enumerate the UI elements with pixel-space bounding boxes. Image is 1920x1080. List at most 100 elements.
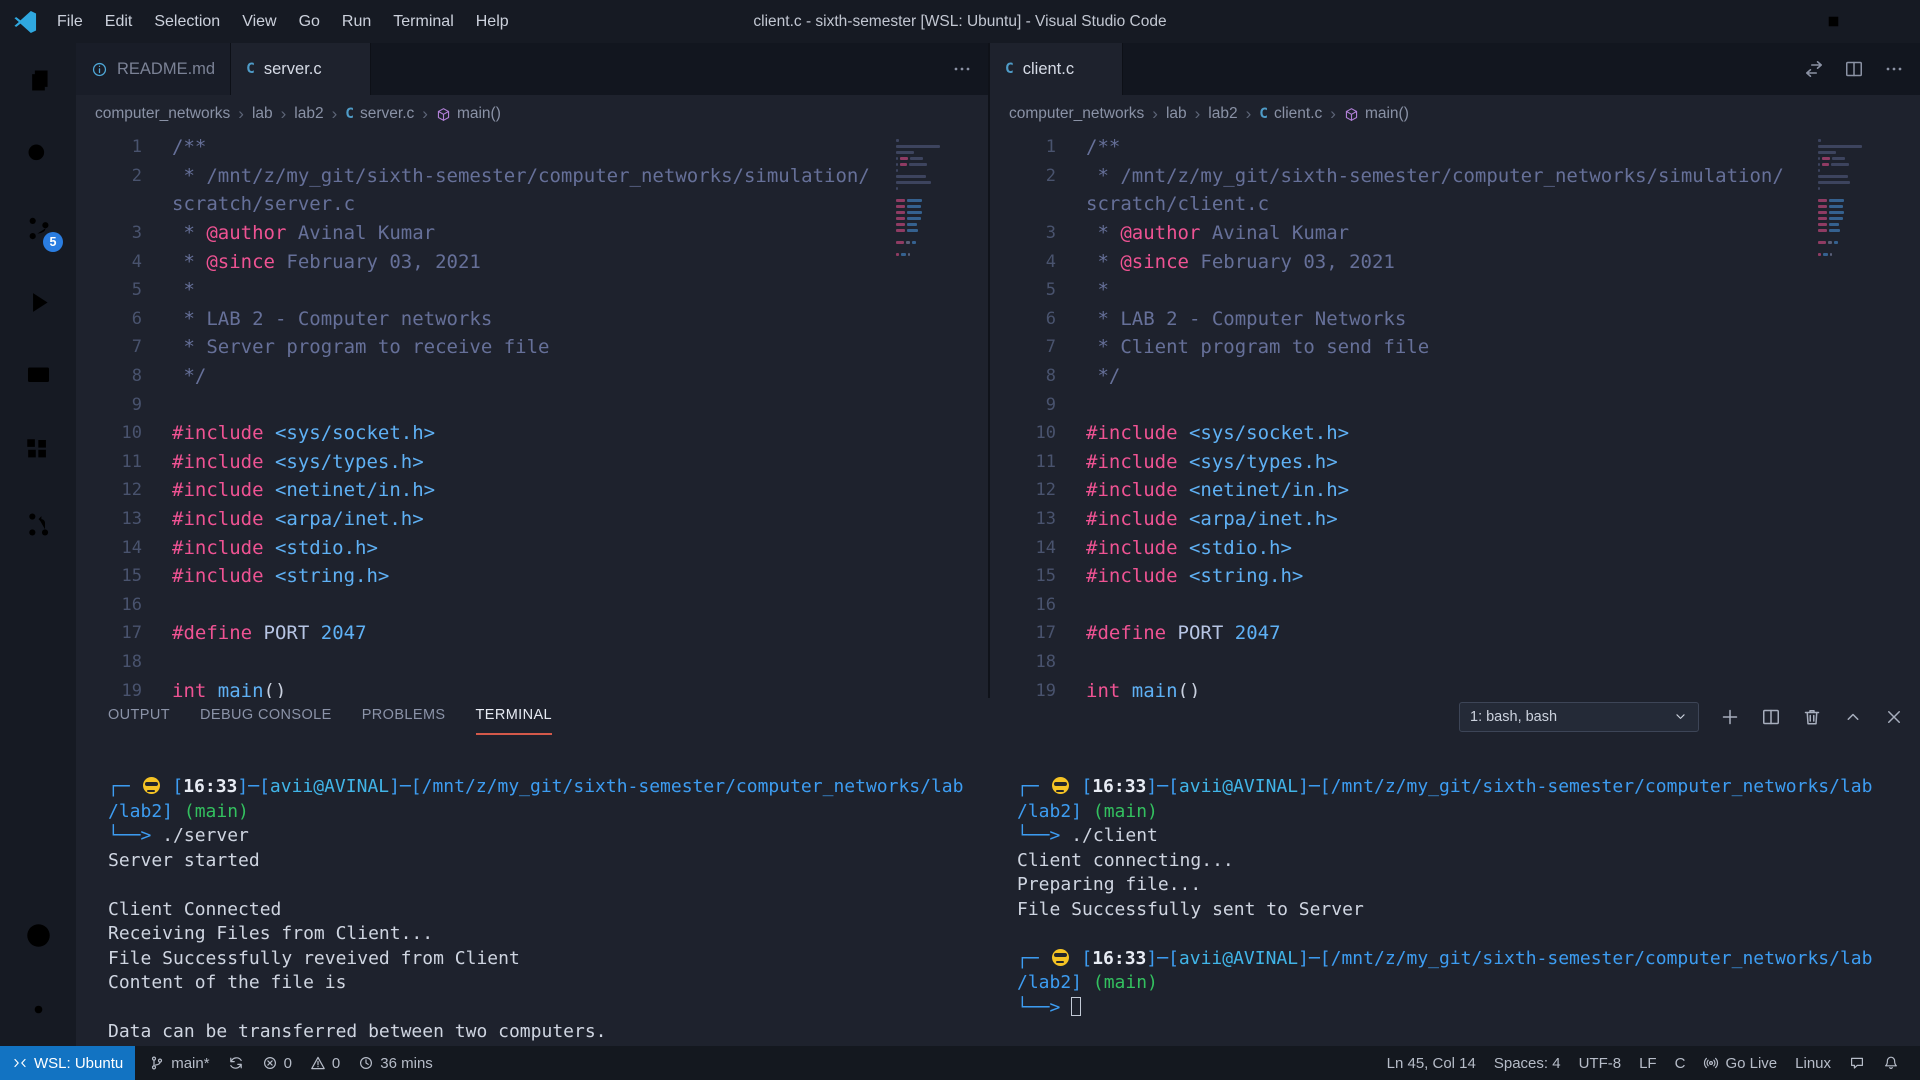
window-maximize-button[interactable] <box>1804 0 1862 43</box>
status-sync[interactable] <box>219 1046 253 1080</box>
window-close-button[interactable] <box>1862 0 1920 43</box>
breadcrumb-item[interactable]: Cclient.c <box>1259 105 1322 123</box>
client-terminal[interactable]: ┌─ [16:33]─[avii@AVINAL]─[/mnt/z/my_git/… <box>988 735 1920 1046</box>
close-icon[interactable] <box>1091 61 1107 77</box>
code-line: 5 * <box>76 276 988 305</box>
breadcrumb-item[interactable]: lab <box>1166 105 1187 123</box>
code-line: 4 * @since February 03, 2021 <box>76 247 988 276</box>
chevron-right-icon: › <box>332 104 338 124</box>
status-branch[interactable]: main* <box>140 1046 218 1080</box>
breadcrumb-item[interactable]: lab2 <box>1208 105 1237 123</box>
split-terminal-icon[interactable] <box>1761 707 1781 727</box>
split-editor-icon[interactable] <box>1844 59 1864 79</box>
activity-explorer[interactable] <box>0 43 76 117</box>
code-line: 8 */ <box>76 362 988 391</box>
code-line: 12#include <netinet/in.h> <box>990 476 1920 505</box>
code-line: 19int main() <box>990 676 1920 698</box>
activity-search[interactable] <box>0 117 76 191</box>
panel-tab-output[interactable]: OUTPUT <box>108 698 170 735</box>
c-file-icon: C <box>1005 61 1014 77</box>
status-indentation[interactable]: Spaces: 4 <box>1485 1046 1570 1080</box>
code-line: 14#include <stdio.h> <box>76 533 988 562</box>
kill-terminal-icon[interactable] <box>1802 707 1822 727</box>
activity-run-and-debug[interactable] <box>0 265 76 339</box>
code-editor[interactable]: 1/**2 * /mnt/z/my_git/sixth-semester/com… <box>76 133 988 698</box>
activity-source-control[interactable]: 5 <box>0 191 76 265</box>
status-eol[interactable]: LF <box>1630 1046 1666 1080</box>
more-actions-icon[interactable] <box>1884 59 1904 79</box>
activity-manage[interactable] <box>0 972 76 1046</box>
status-encoding[interactable]: UTF-8 <box>1570 1046 1631 1080</box>
open-changes-icon[interactable] <box>1804 59 1824 79</box>
status-remote-os-label: Linux <box>1795 1055 1831 1072</box>
menu-selection[interactable]: Selection <box>143 0 231 43</box>
status-go-live[interactable]: Go Live <box>1694 1046 1786 1080</box>
breadcrumb-item[interactable]: lab <box>252 105 273 123</box>
close-icon[interactable] <box>339 61 355 77</box>
breadcrumb-item[interactable]: main() <box>436 105 501 123</box>
chevron-up-icon[interactable] <box>1843 707 1863 727</box>
chevron-right-icon: › <box>422 104 428 124</box>
breadcrumb-item[interactable]: computer_networks <box>1009 105 1144 123</box>
activity-remote-explorer[interactable] <box>0 339 76 413</box>
chevron-right-icon: › <box>1330 104 1336 124</box>
status-go-live-label: Go Live <box>1725 1055 1777 1072</box>
menu-help[interactable]: Help <box>465 0 520 43</box>
code-line: 12#include <netinet/in.h> <box>76 476 988 505</box>
symbol-icon <box>1344 107 1359 122</box>
branch-icon <box>149 1055 165 1071</box>
code-line: 10#include <sys/socket.h> <box>76 419 988 448</box>
new-terminal-icon[interactable] <box>1720 707 1740 727</box>
tab-client.c[interactable]: Cclient.c <box>990 43 1123 95</box>
activity-extensions[interactable] <box>0 413 76 487</box>
code-line: 19int main() <box>76 676 988 698</box>
status-notifications[interactable] <box>1874 1046 1908 1080</box>
code-line: 15#include <string.h> <box>990 562 1920 591</box>
server-terminal[interactable]: ┌─ [16:33]─[avii@AVINAL]─[/mnt/z/my_git/… <box>76 735 988 1046</box>
code-editor[interactable]: 1/**2 * /mnt/z/my_git/sixth-semester/com… <box>990 133 1920 698</box>
breadcrumb-item[interactable]: main() <box>1344 105 1409 123</box>
status-timer[interactable]: 36 mins <box>349 1046 442 1080</box>
breadcrumb-item[interactable]: computer_networks <box>95 105 230 123</box>
status-remote-os[interactable]: Linux <box>1786 1046 1840 1080</box>
tab-server.c[interactable]: Cserver.c <box>231 43 371 95</box>
status-language-mode[interactable]: C <box>1666 1046 1695 1080</box>
menu-view[interactable]: View <box>231 0 287 43</box>
menu-run[interactable]: Run <box>331 0 382 43</box>
title-bar: FileEditSelectionViewGoRunTerminalHelp c… <box>0 0 1920 43</box>
status-remote[interactable]: WSL: Ubuntu <box>0 1046 135 1080</box>
chevron-right-icon: › <box>1195 104 1201 124</box>
minimap[interactable] <box>896 137 942 257</box>
terminal-picker[interactable]: 1: bash, bash <box>1459 702 1699 732</box>
activity-accounts[interactable] <box>0 898 76 972</box>
minimap[interactable] <box>1818 137 1864 257</box>
menu-file[interactable]: File <box>46 0 94 43</box>
code-line: 3 * @author Avinal Kumar <box>76 219 988 248</box>
panel-tab-terminal[interactable]: TERMINAL <box>476 698 553 735</box>
menu-terminal[interactable]: Terminal <box>382 0 464 43</box>
editor-split-sash[interactable] <box>988 43 990 698</box>
status-errors[interactable]: 0 <box>253 1046 301 1080</box>
panel-tab-problems[interactable]: PROBLEMS <box>362 698 446 735</box>
menu-edit[interactable]: Edit <box>94 0 144 43</box>
status-cursor-position-label: Ln 45, Col 14 <box>1387 1055 1476 1072</box>
close-icon[interactable] <box>1884 707 1904 727</box>
status-warnings[interactable]: 0 <box>301 1046 349 1080</box>
activity-github-pull-requests[interactable] <box>0 487 76 561</box>
tab-README.md[interactable]: README.md <box>76 43 231 95</box>
status-errors-label: 0 <box>284 1055 292 1072</box>
breadcrumb: computer_networks›lab›lab2›Cclient.c›mai… <box>990 95 1920 133</box>
more-actions-icon[interactable] <box>952 59 972 79</box>
breadcrumb-item[interactable]: lab2 <box>294 105 323 123</box>
window-title: client.c - sixth-semester [WSL: Ubuntu] … <box>753 0 1166 43</box>
panel-tab-debug-console[interactable]: DEBUG CONSOLE <box>200 698 332 735</box>
cool-emoji <box>1052 949 1069 966</box>
c-file-icon: C <box>345 106 354 122</box>
window-minimize-button[interactable] <box>1746 0 1804 43</box>
status-cursor-position[interactable]: Ln 45, Col 14 <box>1378 1046 1485 1080</box>
tab-bar: Cclient.c <box>990 43 1920 95</box>
status-feedback[interactable] <box>1840 1046 1874 1080</box>
breadcrumb-item[interactable]: Cserver.c <box>345 105 414 123</box>
tab-label: server.c <box>264 60 322 79</box>
menu-go[interactable]: Go <box>288 0 331 43</box>
